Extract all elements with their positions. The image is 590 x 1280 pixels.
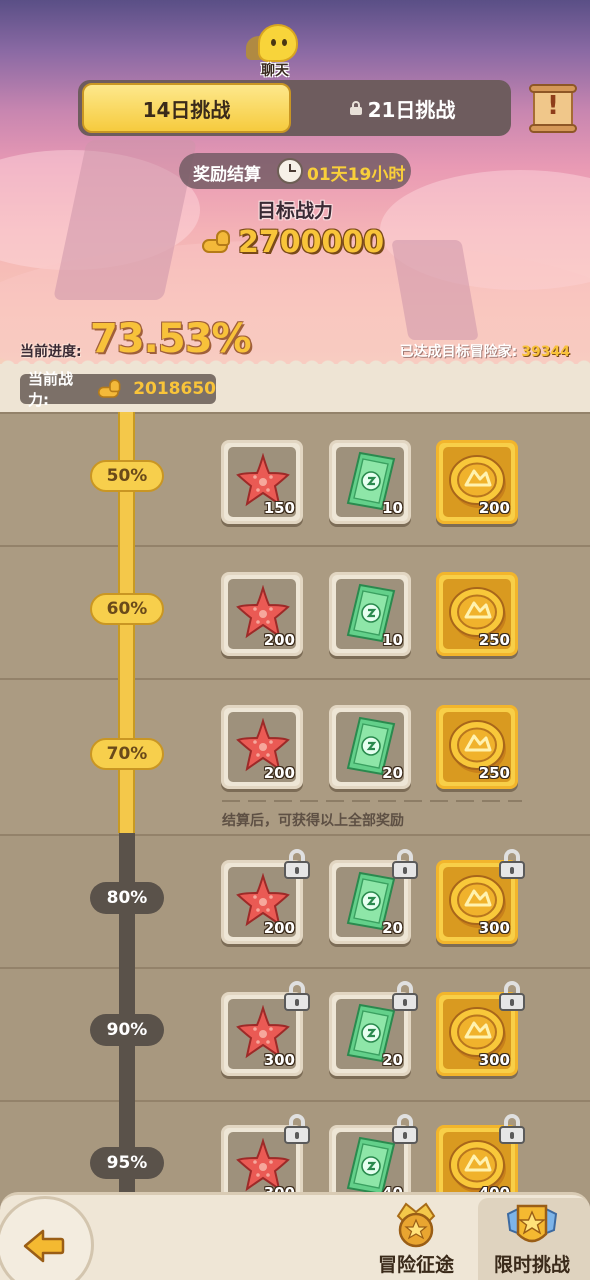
target-power-title: 目标战力 [256,200,333,222]
current-power-value: 2018650 [133,379,216,399]
reward-qty: 10 [382,499,403,517]
target-power-value: 2700000 [238,224,385,260]
reward-qty: 200 [263,764,295,782]
settlement-timer: 奖励结算 01天19小时 [179,153,411,189]
padlock-icon [392,1114,418,1144]
challenge-tabs: 14日挑战 21日挑战 [78,80,511,136]
medal-icon [396,1202,436,1248]
reward-item-ticket[interactable]: 10 [329,572,411,656]
nav-limited-challenge[interactable]: 限时挑战 [482,1200,582,1280]
reward-item-starfish[interactable]: 200 [221,705,303,789]
reward-qty: 150 [263,499,295,517]
scroll-roll-bottom [529,124,577,133]
tier-percent-badge: 90% [90,1014,164,1046]
rules-button[interactable]: ! [527,82,579,134]
tier-percent-badge: 60% [90,593,164,625]
current-power-strip: 当前战力: 2018650 [0,358,590,412]
settle-divider [222,800,522,802]
padlock-icon [284,849,310,879]
star-shield-icon [506,1204,558,1243]
reward-item-coin[interactable]: 200 [436,440,518,524]
exclamation-icon: ! [547,91,559,121]
reward-item-starfish[interactable]: 200 [221,849,310,944]
clock-icon [277,158,303,184]
reward-qty: 10 [382,631,403,649]
muscle-icon [98,379,121,398]
chat-button[interactable]: 聊天 [244,22,306,79]
reward-item-ticket[interactable]: 20 [329,849,418,944]
tab-21-day[interactable]: 21日挑战 [300,83,505,133]
reward-item-starfish[interactable]: 200 [221,572,303,656]
settlement-time: 01天19小时 [307,165,406,185]
chat-label: 聊天 [261,63,289,79]
reward-item-coin[interactable]: 300 [436,849,525,944]
settlement-label: 奖励结算 [193,165,261,185]
padlock-icon [284,1114,310,1144]
reward-item-coin[interactable]: 250 [436,705,518,789]
padlock-icon [392,981,418,1011]
reward-qty: 300 [478,919,510,937]
tier-percent-badge: 50% [90,460,164,492]
reward-qty: 300 [478,1051,510,1069]
reward-qty: 250 [478,764,510,782]
muscle-icon [202,230,232,254]
padlock-icon [499,849,525,879]
tab-14-day[interactable]: 14日挑战 [82,83,291,133]
settle-note: 结算后，可获得以上全部奖励 [222,813,404,829]
current-power: 当前战力: 2018650 [20,370,216,409]
reward-qty: 200 [263,919,295,937]
padlock-icon [284,981,310,1011]
reward-qty: 20 [382,919,403,937]
current-power-label: 当前战力: [28,370,74,409]
reward-item-starfish[interactable]: 150 [221,440,303,524]
reward-item-coin[interactable]: 250 [436,572,518,656]
reward-qty: 250 [478,631,510,649]
challenge-header: 聊天 14日挑战 21日挑战 ! 奖励结算 01天19小时 目标战力 27000… [0,0,590,372]
padlock-icon [392,849,418,879]
reward-qty: 300 [263,1051,295,1069]
nav-limited-challenge-label: 限时挑战 [493,1254,570,1276]
reward-item-ticket[interactable]: 20 [329,705,411,789]
tier-percent-badge: 80% [90,882,164,914]
reward-qty: 200 [478,499,510,517]
chat-face-icon [258,24,298,62]
reward-qty: 20 [382,764,403,782]
padlock-icon [499,1114,525,1144]
reward-list[interactable] [0,412,590,1202]
lock-icon [349,101,362,115]
nav-adventure-label: 冒险征途 [377,1254,454,1276]
nav-adventure[interactable]: 冒险征途 [366,1200,466,1280]
reward-item-ticket[interactable]: 10 [329,440,411,524]
tab-21-day-label: 21日挑战 [367,97,456,122]
progress-value: 73.53% [90,316,252,362]
tab-14-day-label: 14日挑战 [142,97,231,122]
padlock-icon [499,981,525,1011]
target-power: 2700000 [202,224,384,260]
reward-qty: 20 [382,1051,403,1069]
reward-item-starfish[interactable]: 300 [221,981,310,1076]
reward-item-coin[interactable]: 300 [436,981,525,1076]
tier-percent-badge: 95% [90,1147,164,1179]
reward-item-ticket[interactable]: 20 [329,981,418,1076]
reward-qty: 200 [263,631,295,649]
tier-percent-badge: 70% [90,738,164,770]
back-arrow-icon [23,1229,65,1263]
